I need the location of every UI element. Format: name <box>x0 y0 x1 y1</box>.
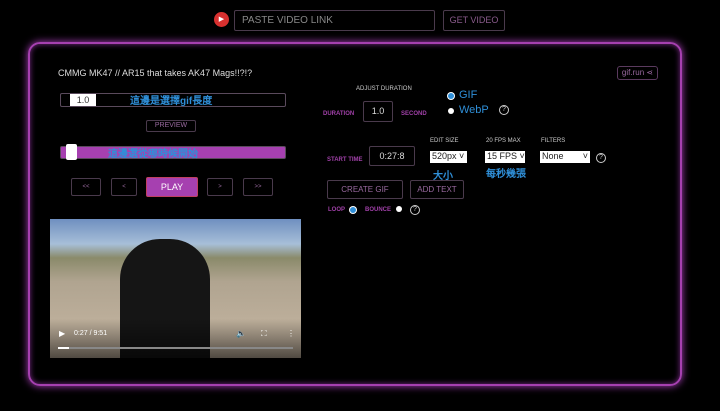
gif-radio[interactable] <box>448 93 454 99</box>
duration-input[interactable]: 1.0 <box>363 101 393 122</box>
fullscreen-icon[interactable]: ⛶ <box>261 329 267 339</box>
share-button[interactable]: gif.run ⋖ <box>617 66 658 80</box>
start-time-input[interactable]: 0:27:8 <box>369 146 415 166</box>
filters-value: None <box>542 151 564 161</box>
youtube-icon: ▶ <box>214 12 229 27</box>
back-button[interactable]: < <box>111 178 137 196</box>
bounce-radio[interactable] <box>396 206 402 212</box>
webp-radio[interactable] <box>448 108 454 114</box>
help-icon[interactable]: ? <box>499 105 509 115</box>
loop-help-icon[interactable]: ? <box>410 205 420 215</box>
fps-value: 15 FPS <box>487 151 518 161</box>
brand-label: gif.run <box>621 68 645 77</box>
video-title: CMMG MK47 // AR15 that takes AK47 Mags!!… <box>58 68 253 78</box>
duration-label: DURATION <box>323 111 355 117</box>
play-button[interactable]: PLAY <box>146 177 198 197</box>
volume-icon[interactable]: 🔈 <box>236 329 246 338</box>
fps-select[interactable]: 15 FPS ˅ <box>485 151 525 163</box>
back-far-button[interactable]: << <box>71 178 101 196</box>
create-gif-button[interactable]: CREATE GIF <box>327 180 403 199</box>
start-slider-handle[interactable] <box>66 144 77 160</box>
fps-annotation: 每秒幾張 <box>486 169 526 180</box>
preview-button[interactable]: PREVIEW <box>146 120 196 132</box>
loop-label: LOOP <box>328 207 346 213</box>
webp-label: WebP <box>459 104 489 116</box>
duration-slider-handle[interactable]: 1.0 <box>70 94 96 106</box>
video-link-input[interactable]: PASTE VIDEO LINK <box>234 10 435 31</box>
edit-size-label: EDIT SIZE <box>430 138 459 144</box>
play-icon[interactable]: ▶ <box>59 329 65 338</box>
video-player[interactable]: ▶ 0:27 / 9:51 🔈 ⛶ ⋮ <box>50 219 301 358</box>
more-options-icon[interactable]: ⋮ <box>287 329 295 338</box>
video-time: 0:27 / 9:51 <box>74 330 108 337</box>
filters-label: FILTERS <box>541 138 566 144</box>
duration-annotation: 這邊是選擇gif長度 <box>130 96 213 107</box>
share-icon: ⋖ <box>646 68 654 77</box>
second-label: SECOND <box>401 111 427 117</box>
forward-button[interactable]: > <box>207 178 233 196</box>
filters-select[interactable]: None ˅ <box>540 151 590 163</box>
gif-label: GIF <box>459 89 478 101</box>
filters-help-icon[interactable]: ? <box>596 153 606 163</box>
fps-label: 20 FPS MAX <box>486 138 521 144</box>
start-annotation: 這邊選從哪時候開始 <box>108 149 198 160</box>
bounce-label: BOUNCE <box>365 207 392 213</box>
edit-size-select[interactable]: 520px ˅ <box>430 151 467 163</box>
start-time-label: START TIME <box>327 157 363 163</box>
get-video-button[interactable]: GET VIDEO <box>443 10 505 31</box>
edit-size-value: 520px <box>432 151 457 161</box>
forward-far-button[interactable]: >> <box>243 178 273 196</box>
add-text-button[interactable]: ADD TEXT <box>410 180 464 199</box>
video-progress-bar[interactable] <box>58 347 293 349</box>
adjust-duration-heading: ADJUST DURATION <box>356 86 412 92</box>
loop-radio[interactable] <box>350 207 356 213</box>
